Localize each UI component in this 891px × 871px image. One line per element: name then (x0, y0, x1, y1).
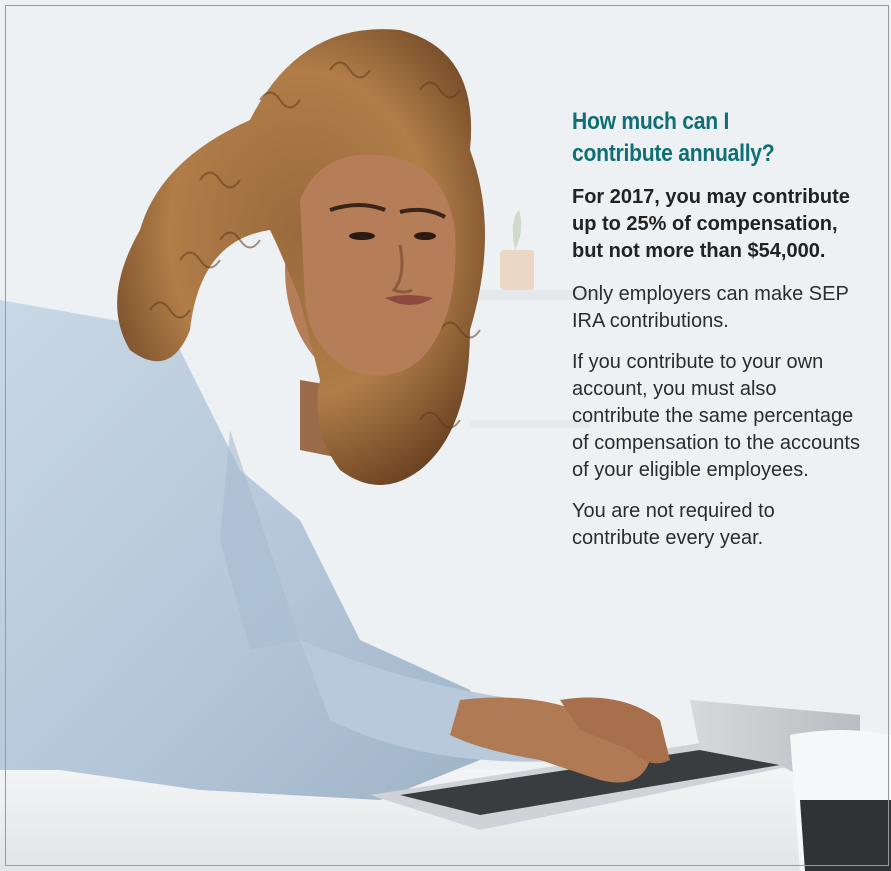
document-page: How much can I contribute annually? For … (0, 0, 891, 871)
paragraph-employers-only: Only employers can make SEP IRA contribu… (572, 283, 849, 332)
contribution-limit-text: For 2017, you may contribute up to 25% o… (572, 186, 850, 262)
contribution-info-panel: How much can I contribute annually? For … (572, 106, 862, 566)
paragraph-not-required: You are not required to contribute every… (572, 500, 775, 549)
section-heading: How much can I contribute annually? (572, 108, 775, 167)
paragraph-same-percentage: If you contribute to your own account, y… (572, 351, 860, 481)
